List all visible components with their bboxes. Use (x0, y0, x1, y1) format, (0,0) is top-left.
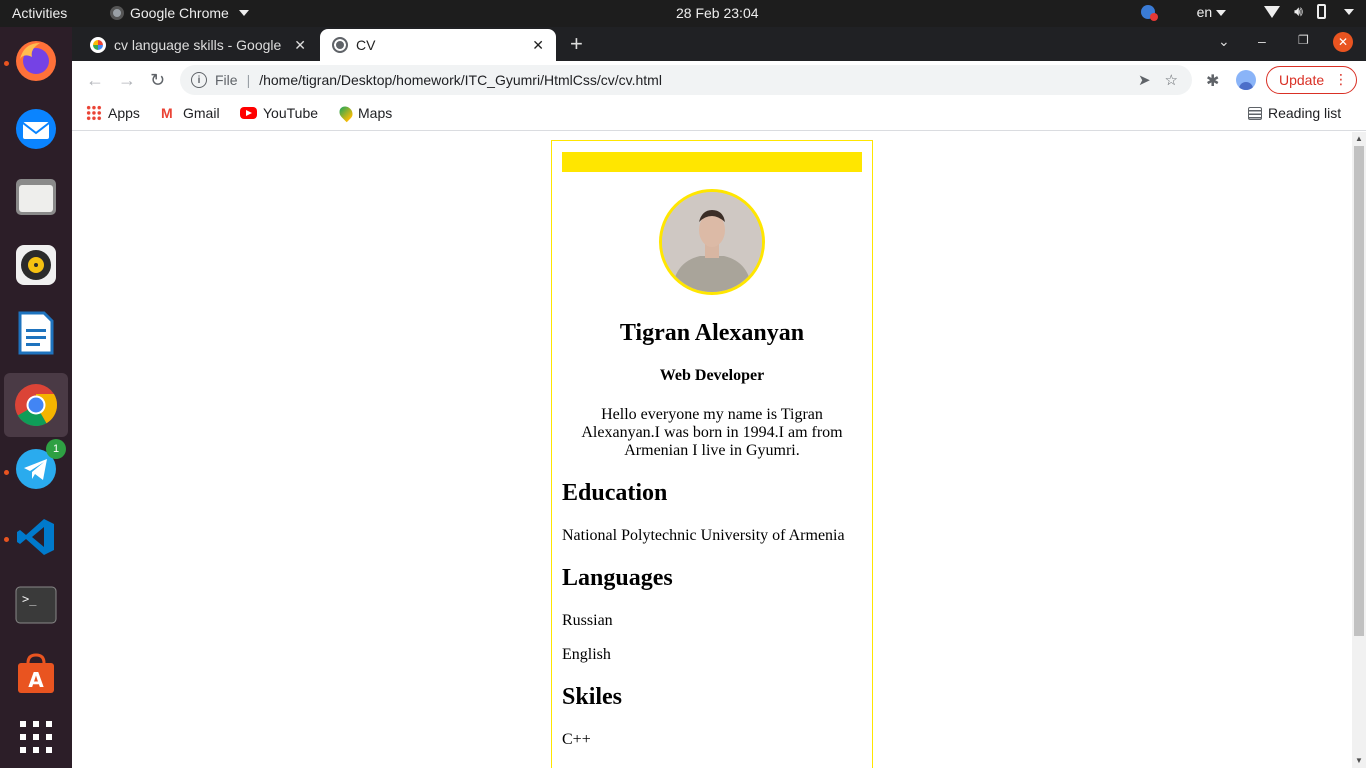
running-indicator (4, 470, 9, 475)
scrollbar-thumb[interactable] (1354, 146, 1364, 636)
firefox-icon[interactable] (12, 37, 60, 85)
tab-cv-language-skills[interactable]: cv language skills - Google ✕ (78, 29, 318, 61)
show-applications-icon[interactable] (12, 713, 60, 761)
chrome-small-icon (110, 6, 124, 20)
reading-list-icon (1248, 106, 1262, 120)
app-menu[interactable]: Google Chrome (110, 5, 249, 21)
url-scheme-label: File (215, 72, 238, 88)
bookmark-maps[interactable]: Maps (336, 103, 393, 123)
bookmark-gmail[interactable]: M Gmail (161, 105, 220, 121)
tab-search-chevron-icon[interactable]: ⌄ (1218, 33, 1230, 50)
svg-text:>_: >_ (22, 592, 37, 606)
minimize-button[interactable]: – (1258, 33, 1266, 49)
bookmark-label: Maps (358, 105, 393, 121)
tab-title: CV (356, 37, 376, 53)
thunderbird-icon[interactable] (12, 105, 60, 153)
cv-name: Tigran Alexanyan (619, 320, 805, 346)
skill-item: C++ (562, 731, 591, 748)
running-indicator (4, 61, 9, 66)
ubuntu-software-icon[interactable]: A (12, 649, 60, 697)
reading-list-label: Reading list (1268, 105, 1342, 121)
system-tray[interactable]: en 🔊︎ (1140, 3, 1354, 21)
cv-bio: Hello everyone my name is Tigran Alexany… (581, 406, 843, 459)
close-tab-icon[interactable]: ✕ (294, 37, 306, 54)
scroll-up-arrow-icon[interactable]: ▲ (1355, 134, 1363, 143)
languages-heading: Languages (562, 565, 673, 591)
extensions-puzzle-icon[interactable]: ✱ (1206, 71, 1219, 91)
activities-button[interactable]: Activities (12, 5, 67, 21)
education-item: National Polytechnic University of Armen… (562, 527, 845, 544)
cv-card: Tigran Alexanyan Web Developer Hello eve… (551, 140, 873, 768)
system-menu-chevron-icon[interactable] (1344, 8, 1354, 15)
address-bar[interactable]: i File | /home/tigran/Desktop/homework/I… (180, 65, 1192, 95)
rhythmbox-icon[interactable] (12, 241, 60, 289)
bookmark-label: YouTube (263, 105, 319, 121)
language-item: Russian (562, 612, 613, 629)
back-button[interactable]: ← (86, 70, 104, 91)
reload-button[interactable]: ↻ (150, 70, 165, 91)
header-band (562, 152, 862, 172)
kebab-menu-icon[interactable]: ⋮ (1334, 71, 1348, 88)
clock[interactable]: 28 Feb 23:04 (676, 5, 759, 21)
language-indicator[interactable]: en (1197, 4, 1227, 20)
page-viewport: Tigran Alexanyan Web Developer Hello eve… (72, 132, 1352, 768)
profile-photo-image (662, 192, 762, 292)
close-window-button[interactable]: ✕ (1333, 32, 1353, 52)
youtube-icon (240, 107, 257, 119)
update-label: Update (1279, 72, 1325, 88)
libreoffice-writer-icon[interactable] (12, 309, 60, 357)
bookmarks-bar: Apps M Gmail YouTube Maps Reading list (72, 99, 1366, 131)
gmail-icon: M (161, 105, 173, 121)
app-menu-label: Google Chrome (130, 5, 229, 21)
dock: 1 >_ A (0, 27, 72, 768)
maximize-button[interactable]: ❐ (1298, 33, 1309, 47)
bookmark-label: Gmail (183, 105, 220, 121)
wifi-icon (1264, 5, 1281, 18)
tab-strip: cv language skills - Google ✕ CV ✕ + ⌄ –… (72, 27, 1366, 61)
notification-app-icon[interactable] (1140, 4, 1158, 21)
chrome-icon[interactable] (4, 373, 68, 437)
profile-avatar[interactable] (1236, 70, 1256, 90)
bookmark-youtube[interactable]: YouTube (240, 105, 318, 121)
scroll-down-arrow-icon[interactable]: ▼ (1355, 756, 1363, 765)
running-indicator (4, 537, 9, 542)
page-scrollbar[interactable]: ▲ ▼ (1352, 132, 1366, 768)
chevron-down-icon (238, 10, 249, 16)
terminal-icon[interactable]: >_ (12, 581, 60, 629)
browser-toolbar: ← → ↻ i File | /home/tigran/Desktop/home… (72, 61, 1366, 99)
chevron-down-icon (1216, 9, 1227, 16)
bookmark-star-icon[interactable]: ☆ (1165, 71, 1178, 89)
site-info-icon[interactable]: i (191, 72, 207, 88)
system-top-bar: Activities Google Chrome 28 Feb 23:04 en… (0, 0, 1366, 27)
education-heading: Education (562, 480, 668, 506)
globe-icon (332, 37, 348, 53)
divider: | (246, 72, 251, 88)
vscode-icon[interactable] (12, 513, 60, 561)
close-tab-icon[interactable]: ✕ (532, 37, 544, 54)
language-item: English (562, 646, 611, 663)
apps-grid-icon (86, 105, 102, 121)
google-favicon-icon (90, 37, 106, 53)
volume-icon: 🔊︎ (1294, 3, 1303, 19)
telegram-icon[interactable]: 1 (12, 439, 66, 493)
url-text[interactable]: /home/tigran/Desktop/homework/ITC_Gyumri… (259, 72, 1138, 88)
bookmark-apps[interactable]: Apps (86, 105, 140, 121)
new-tab-button[interactable]: + (570, 33, 583, 55)
profile-photo (659, 189, 765, 295)
reading-list-button[interactable]: Reading list (1248, 105, 1341, 121)
cv-role: Web Developer (659, 367, 765, 384)
battery-icon (1317, 4, 1326, 19)
svg-text:A: A (28, 668, 44, 692)
skills-heading: Skiles (562, 684, 623, 710)
bookmark-label: Apps (108, 105, 140, 121)
tab-cv[interactable]: CV ✕ (320, 29, 556, 61)
maps-pin-icon (336, 103, 356, 123)
files-icon[interactable] (12, 173, 60, 221)
update-button[interactable]: Update ⋮ (1266, 66, 1357, 94)
forward-button[interactable]: → (118, 70, 136, 91)
telegram-unread-badge: 1 (46, 439, 66, 459)
send-to-devices-icon[interactable]: ➤ (1138, 71, 1151, 89)
tab-title: cv language skills - Google (114, 37, 282, 53)
